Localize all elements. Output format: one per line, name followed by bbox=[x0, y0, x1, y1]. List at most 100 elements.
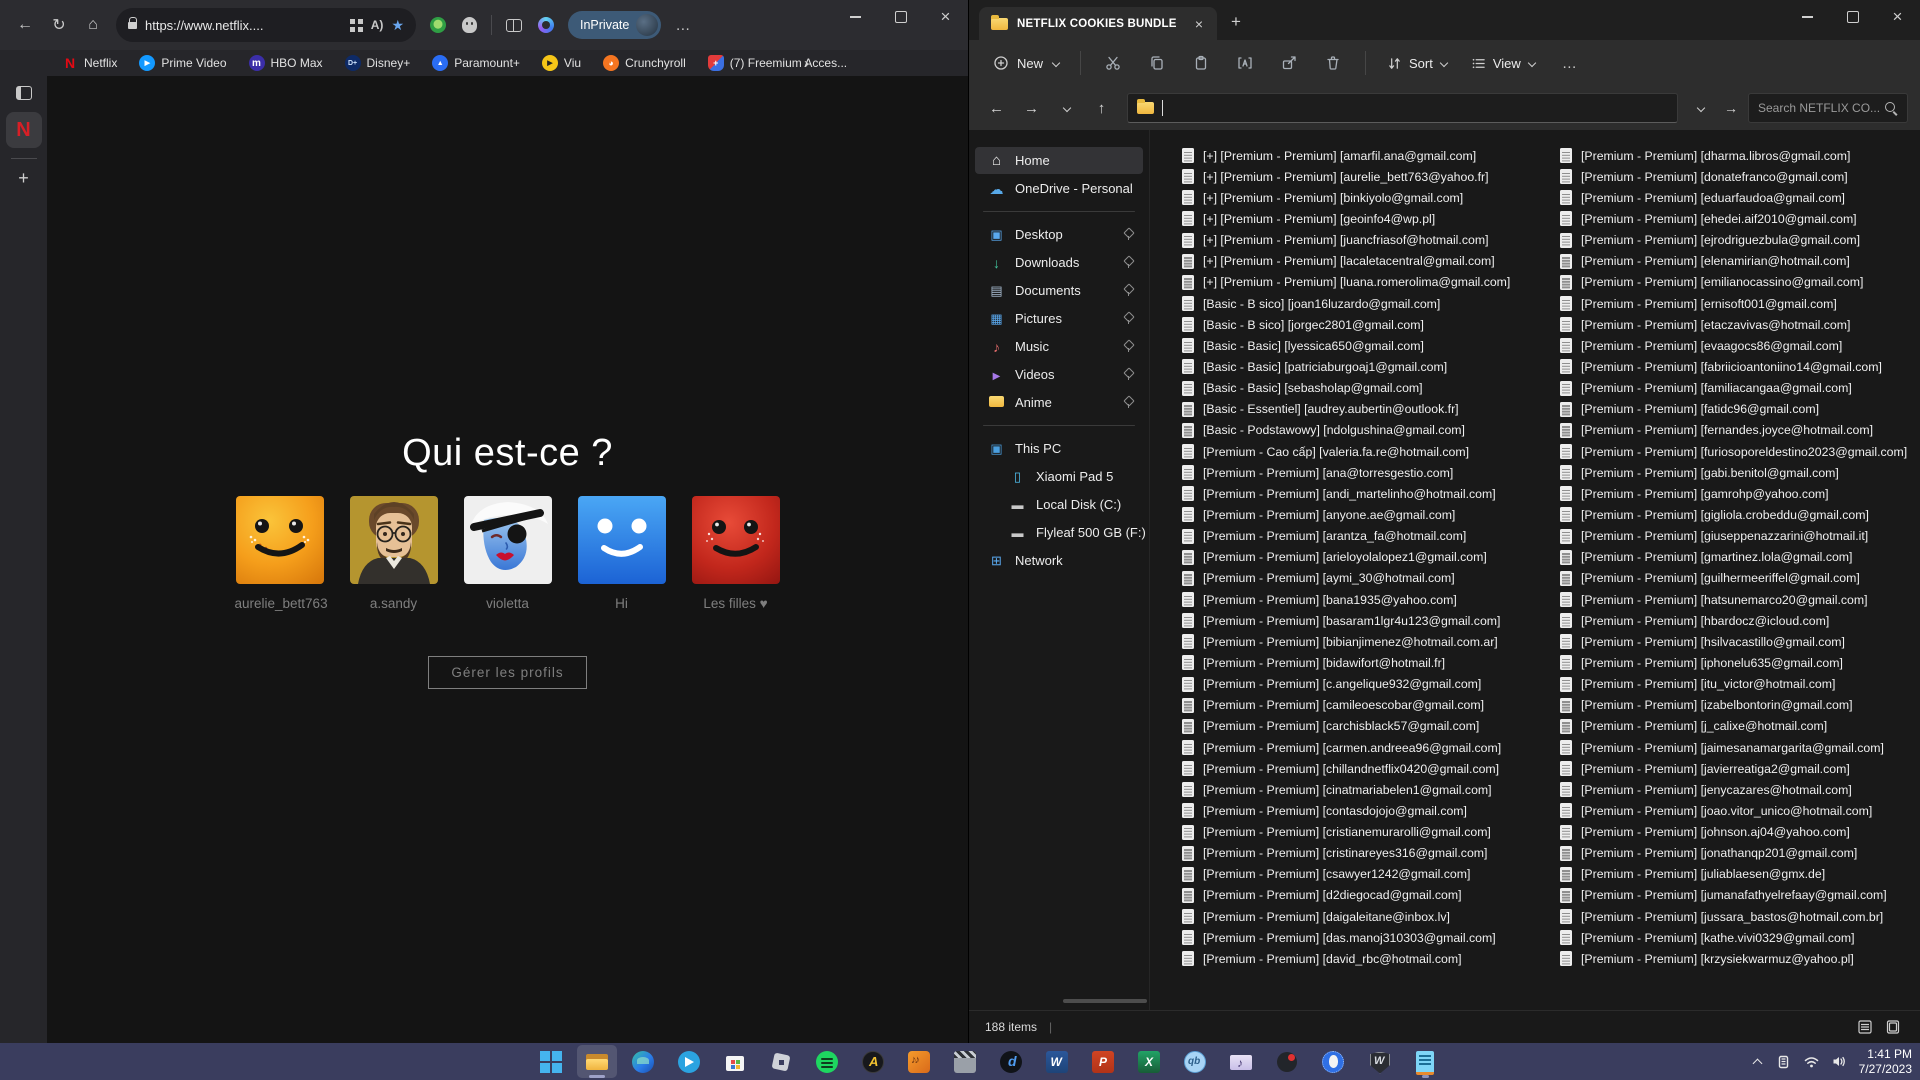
back-icon[interactable]: ← bbox=[981, 93, 1012, 123]
file-item[interactable]: [Premium - Cao cấp] [valeria.fa.re@hotma… bbox=[1182, 441, 1510, 462]
file-item[interactable]: [Premium - Premium] [gigliola.crobeddu@g… bbox=[1560, 504, 1907, 525]
file-item[interactable]: [Premium - Premium] [aymi_30@hotmail.com… bbox=[1182, 568, 1510, 589]
sidebar-item-ico-documents[interactable]: Documents bbox=[975, 277, 1143, 304]
taskbar-qbittorrent[interactable] bbox=[1175, 1045, 1215, 1078]
file-item[interactable]: [Premium - Premium] [krzysiekwarmuz@yaho… bbox=[1560, 948, 1907, 969]
file-item[interactable]: [Premium - Premium] [elenamirian@hotmail… bbox=[1560, 251, 1907, 272]
avatar-red-fur[interactable] bbox=[692, 496, 780, 584]
file-item[interactable]: [Premium - Premium] [carmen.andreea96@gm… bbox=[1182, 737, 1510, 758]
file-item[interactable]: [Premium - Premium] [anyone.ae@gmail.com… bbox=[1182, 504, 1510, 525]
taskbar-jukebox[interactable] bbox=[899, 1045, 939, 1078]
file-item[interactable]: [+] [Premium - Premium] [geoinfo4@wp.pl] bbox=[1182, 208, 1510, 229]
taskbar-playerred[interactable] bbox=[1267, 1045, 1307, 1078]
minimize-button[interactable] bbox=[1785, 0, 1830, 34]
address-bar[interactable]: https://www.netflix.... A) ★ bbox=[116, 8, 416, 42]
sidebar-item-ico-desktop[interactable]: Desktop bbox=[975, 221, 1143, 248]
file-item[interactable]: [Premium - Premium] [johnson.aj04@yahoo.… bbox=[1560, 822, 1907, 843]
new-tab-icon[interactable]: + bbox=[18, 169, 29, 187]
copilot-icon[interactable] bbox=[538, 17, 554, 33]
file-item[interactable]: [Premium - Premium] [bana1935@yahoo.com] bbox=[1182, 589, 1510, 610]
favorite-star-icon[interactable]: ★ bbox=[391, 17, 404, 34]
back-icon[interactable]: ← bbox=[8, 9, 42, 41]
close-button[interactable]: × bbox=[1875, 0, 1920, 34]
file-item[interactable]: [Premium - Premium] [das.manoj310303@gma… bbox=[1182, 927, 1510, 948]
app-launcher-icon[interactable] bbox=[350, 19, 363, 32]
file-item[interactable]: [Premium - Premium] [d2diegocad@gmail.co… bbox=[1182, 885, 1510, 906]
file-item[interactable]: [+] [Premium - Premium] [lacaletacentral… bbox=[1182, 251, 1510, 272]
profile-hi[interactable]: Hi bbox=[577, 496, 667, 611]
file-item[interactable]: [Premium - Premium] [hatsunemarco20@gmai… bbox=[1560, 589, 1907, 610]
file-item[interactable]: [Premium - Premium] [dharma.libros@gmail… bbox=[1560, 145, 1907, 166]
file-item[interactable]: [Premium - Premium] [jaimesanamargarita@… bbox=[1560, 737, 1907, 758]
rename-button[interactable] bbox=[1226, 46, 1264, 80]
file-item[interactable]: [Basic - Essentiel] [audrey.aubertin@out… bbox=[1182, 399, 1510, 420]
forward-icon[interactable]: → bbox=[1016, 93, 1047, 123]
file-item[interactable]: [Premium - Premium] [c.angelique932@gmai… bbox=[1182, 674, 1510, 695]
file-item[interactable]: [Basic - Basic] [patriciaburgoaj1@gmail.… bbox=[1182, 356, 1510, 377]
taskbar-roblox[interactable] bbox=[761, 1045, 801, 1078]
taskbar-store[interactable] bbox=[715, 1045, 755, 1078]
delete-button[interactable] bbox=[1314, 46, 1352, 80]
file-item[interactable]: [Premium - Premium] [jenycazares@hotmail… bbox=[1560, 779, 1907, 800]
taskbar-dplayer[interactable] bbox=[991, 1045, 1031, 1078]
new-button[interactable]: New bbox=[983, 49, 1070, 77]
up-icon[interactable]: ↑ bbox=[1086, 93, 1117, 123]
large-icons-view-icon[interactable] bbox=[1882, 1017, 1904, 1037]
sort-button[interactable]: Sort bbox=[1378, 50, 1458, 77]
file-item[interactable]: [+] [Premium - Premium] [amarfil.ana@gma… bbox=[1182, 145, 1510, 166]
bookmark-fav-netflix[interactable]: Netflix bbox=[62, 55, 117, 71]
file-item[interactable]: [Basic - Basic] [lyessica650@gmail.com] bbox=[1182, 335, 1510, 356]
file-item[interactable]: [Premium - Premium] [ernisoft001@gmail.c… bbox=[1560, 293, 1907, 314]
file-item[interactable]: [Premium - Premium] [evaagocs86@gmail.co… bbox=[1560, 335, 1907, 356]
file-item[interactable]: [Premium - Premium] [giuseppenazzarini@h… bbox=[1560, 526, 1907, 547]
volume-icon[interactable] bbox=[1832, 1055, 1846, 1068]
sidebar-item-ico-tablet[interactable]: Xiaomi Pad 5 bbox=[975, 463, 1143, 490]
file-item[interactable]: [Premium - Premium] [bidawifort@hotmail.… bbox=[1182, 652, 1510, 673]
file-item[interactable]: [Premium - Premium] [fatidc96@gmail.com] bbox=[1560, 399, 1907, 420]
file-item[interactable]: [Basic - Basic] [sebasholap@gmail.com] bbox=[1182, 378, 1510, 399]
tray-overflow-icon[interactable] bbox=[1753, 1057, 1763, 1067]
tray-device-icon[interactable] bbox=[1776, 1055, 1791, 1069]
file-item[interactable]: [Premium - Premium] [gamrohp@yahoo.com] bbox=[1560, 483, 1907, 504]
new-tab-icon[interactable]: + bbox=[1231, 12, 1241, 32]
file-item[interactable]: [Premium - Premium] [david_rbc@hotmail.c… bbox=[1182, 948, 1510, 969]
bookmark-fav-hbomax[interactable]: HBO Max bbox=[249, 55, 323, 71]
taskbar-explorer[interactable] bbox=[577, 1045, 617, 1078]
file-item[interactable]: [Premium - Premium] [contasdojojo@gmail.… bbox=[1182, 800, 1510, 821]
file-item[interactable]: [Premium - Premium] [etaczavivas@hotmail… bbox=[1560, 314, 1907, 335]
bookmark-fav-crunchyroll[interactable]: Crunchyroll bbox=[603, 55, 686, 71]
avatar-pirate[interactable] bbox=[464, 496, 552, 584]
file-item[interactable]: [+] [Premium - Premium] [aurelie_bett763… bbox=[1182, 166, 1510, 187]
sidebar-item-ico-thispc[interactable]: This PC bbox=[975, 435, 1143, 462]
maximize-button[interactable] bbox=[878, 0, 923, 34]
taskbar-notepad[interactable] bbox=[1405, 1045, 1445, 1078]
file-item[interactable]: [Premium - Premium] [csawyer1242@gmail.c… bbox=[1182, 864, 1510, 885]
taskbar-mpchc[interactable] bbox=[945, 1045, 985, 1078]
file-item[interactable]: [Premium - Premium] [ejrodriguezbula@gma… bbox=[1560, 230, 1907, 251]
file-item[interactable]: [Premium - Premium] [donatefranco@gmail.… bbox=[1560, 166, 1907, 187]
go-icon[interactable]: → bbox=[1718, 94, 1744, 122]
file-item[interactable]: [Premium - Premium] [bibianjimenez@hotma… bbox=[1182, 631, 1510, 652]
minimize-button[interactable] bbox=[833, 0, 878, 34]
adblock-extension-icon[interactable] bbox=[430, 17, 446, 33]
search-icon[interactable] bbox=[1885, 102, 1898, 115]
split-screen-icon[interactable] bbox=[506, 19, 522, 32]
recent-locations-icon[interactable] bbox=[1051, 93, 1082, 123]
file-item[interactable]: [Premium - Premium] [arantza_fa@hotmail.… bbox=[1182, 526, 1510, 547]
profile-violetta[interactable]: violetta bbox=[463, 496, 553, 611]
maximize-button[interactable] bbox=[1830, 0, 1875, 34]
ghost-extension-icon[interactable] bbox=[462, 17, 477, 33]
cut-button[interactable] bbox=[1094, 46, 1132, 80]
file-item[interactable]: [Premium - Premium] [chillandnetflix0420… bbox=[1182, 758, 1510, 779]
sidebar-item-ico-anime[interactable]: Anime bbox=[975, 389, 1143, 416]
tab-netflix[interactable]: N bbox=[6, 112, 42, 148]
sidebar-item-ico-pictures[interactable]: Pictures bbox=[975, 305, 1143, 332]
taskbar-musicfolder[interactable] bbox=[1221, 1045, 1261, 1078]
file-item[interactable]: [Premium - Premium] [furiosoporeldestino… bbox=[1560, 441, 1907, 462]
close-button[interactable]: × bbox=[923, 0, 968, 34]
more-commands-icon[interactable]: … bbox=[1562, 55, 1578, 72]
wifi-icon[interactable] bbox=[1804, 1056, 1819, 1068]
sidebar-item-ico-disk[interactable]: Local Disk (C:) bbox=[975, 491, 1143, 518]
manage-profiles-button[interactable]: Gérer les profils bbox=[428, 656, 586, 689]
sidebar-item-ico-downloads[interactable]: Downloads bbox=[975, 249, 1143, 276]
